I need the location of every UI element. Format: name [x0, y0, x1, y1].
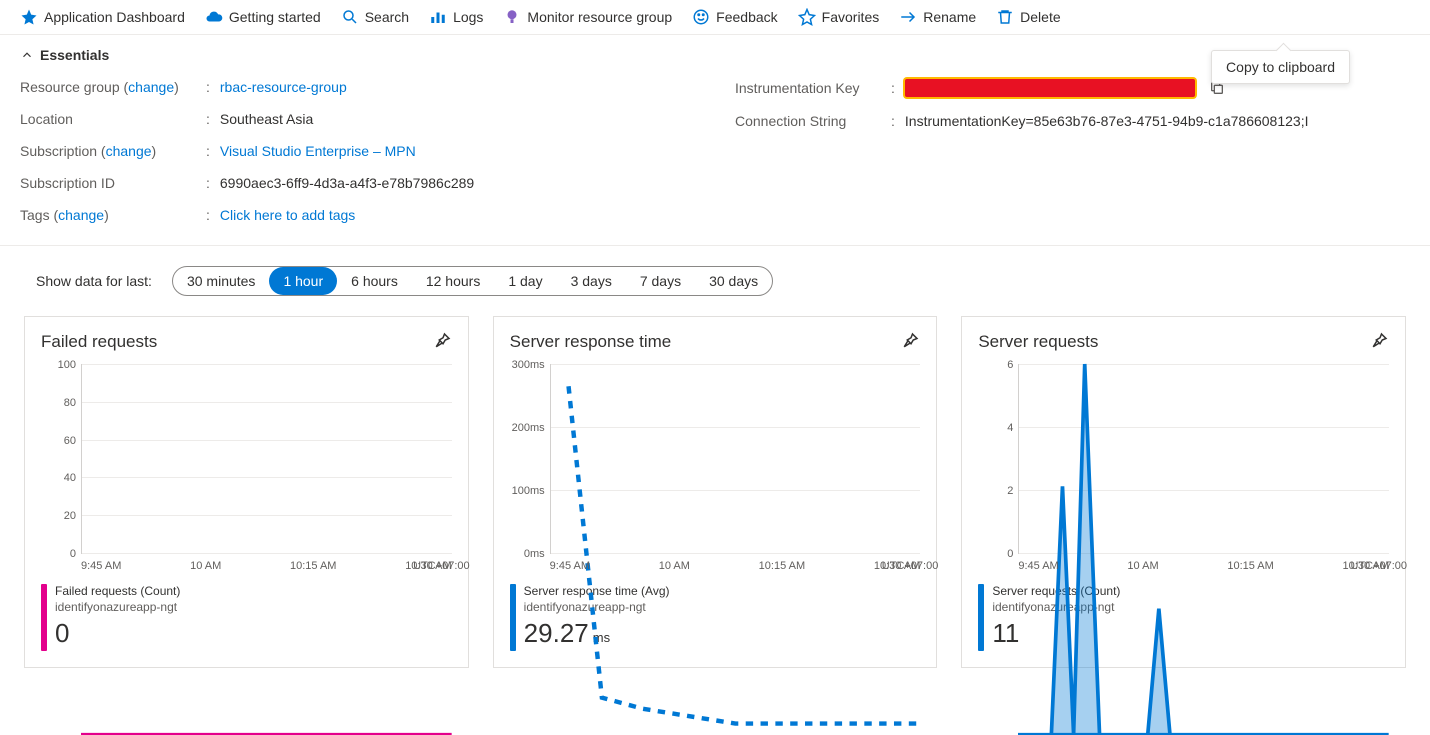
feedback-label: Feedback: [716, 9, 777, 25]
server-requests-chart[interactable]: 6 4 2 0: [1018, 364, 1389, 554]
pin-icon: [902, 331, 920, 349]
location-value: Southeast Asia: [220, 111, 313, 127]
search-icon: [341, 8, 359, 26]
feedback-button[interactable]: Feedback: [692, 8, 777, 26]
essentials-header-text: Essentials: [40, 47, 109, 63]
timerange-pill-6-hours[interactable]: 6 hours: [337, 267, 412, 295]
lightbulb-icon: [503, 8, 521, 26]
failed-requests-legend-bar: [41, 584, 47, 651]
resource-group-change-link[interactable]: change: [128, 79, 174, 95]
favorites-button[interactable]: Favorites: [798, 8, 880, 26]
pin-response-time-button[interactable]: [902, 331, 920, 352]
logs-button[interactable]: Logs: [429, 8, 483, 26]
timerange-pill-30-days[interactable]: 30 days: [695, 267, 772, 295]
star-outline-icon: [798, 8, 816, 26]
timerange-pill-3-days[interactable]: 3 days: [557, 267, 626, 295]
subscription-id-label: Subscription ID: [20, 175, 200, 191]
tags-change-link[interactable]: change: [58, 207, 104, 223]
instrumentation-key-label: Instrumentation Key: [735, 80, 885, 96]
server-requests-title: Server requests: [978, 332, 1098, 352]
getting-started-button[interactable]: Getting started: [205, 8, 321, 26]
application-dashboard-label: Application Dashboard: [44, 9, 185, 25]
metric-cards-row: Failed requests 100 80 60 40 20 0 9:45 A…: [0, 316, 1430, 688]
pin-server-requests-button[interactable]: [1371, 331, 1389, 352]
chevron-up-icon: [20, 48, 34, 62]
server-requests-legend-bar: [978, 584, 984, 651]
timerange-pill-1-hour[interactable]: 1 hour: [269, 267, 337, 295]
response-time-x-axis: 9:45 AM 10 AM 10:15 AM 10:30 AM UTC+07:0…: [550, 560, 921, 572]
response-time-title: Server response time: [510, 332, 672, 352]
cloud-icon: [205, 8, 223, 26]
delete-label: Delete: [1020, 9, 1060, 25]
essentials-panel: Resource group (change) : rbac-resource-…: [0, 71, 1430, 246]
search-button[interactable]: Search: [341, 8, 409, 26]
pin-failed-requests-button[interactable]: [434, 331, 452, 352]
subscription-change-link[interactable]: change: [106, 143, 152, 159]
application-dashboard-button[interactable]: Application Dashboard: [20, 8, 185, 26]
monitor-rg-button[interactable]: Monitor resource group: [503, 8, 672, 26]
instrumentation-key-value-redacted: [905, 79, 1195, 97]
copy-tooltip-text: Copy to clipboard: [1226, 59, 1335, 75]
arrow-right-icon: [899, 8, 917, 26]
failed-requests-card: Failed requests 100 80 60 40 20 0 9:45 A…: [24, 316, 469, 668]
resource-group-label: Resource group (change): [20, 79, 200, 95]
resource-group-value[interactable]: rbac-resource-group: [220, 79, 347, 95]
server-requests-card: Server requests 6 4 2 0 9:45 AM 10 AM 10…: [961, 316, 1406, 668]
getting-started-label: Getting started: [229, 9, 321, 25]
failed-requests-x-axis: 9:45 AM 10 AM 10:15 AM 10:30 AM UTC+07:0…: [81, 560, 452, 572]
trash-icon: [996, 8, 1014, 26]
response-time-line: [550, 364, 921, 735]
logs-label: Logs: [453, 9, 483, 25]
connection-string-label: Connection String: [735, 113, 885, 129]
timerange-bar: Show data for last: 30 minutes1 hour6 ho…: [0, 246, 1430, 316]
server-requests-x-axis: 9:45 AM 10 AM 10:15 AM 10:30 AM UTC+07:0…: [1018, 560, 1389, 572]
essentials-left-column: Resource group (change) : rbac-resource-…: [20, 71, 695, 231]
subscription-label: Subscription (change): [20, 143, 200, 159]
location-label: Location: [20, 111, 200, 127]
pin-icon: [1371, 331, 1389, 349]
timerange-pill-30-minutes[interactable]: 30 minutes: [173, 267, 269, 295]
logs-icon: [429, 8, 447, 26]
connection-string-value: InstrumentationKey=85e63b76-87e3-4751-94…: [905, 113, 1309, 129]
tags-label: Tags (change): [20, 207, 200, 223]
tags-value[interactable]: Click here to add tags: [220, 207, 355, 223]
delete-button[interactable]: Delete: [996, 8, 1060, 26]
favorites-label: Favorites: [822, 9, 880, 25]
essentials-right-column: Instrumentation Key : Connection String …: [735, 71, 1410, 231]
command-bar: Application Dashboard Getting started Se…: [0, 0, 1430, 35]
monitor-rg-label: Monitor resource group: [527, 9, 672, 25]
response-time-legend-bar: [510, 584, 516, 651]
subscription-value[interactable]: Visual Studio Enterprise – MPN: [220, 143, 416, 159]
timerange-pill-12-hours[interactable]: 12 hours: [412, 267, 494, 295]
star-filled-icon: [20, 8, 38, 26]
timerange-label: Show data for last:: [36, 273, 152, 289]
failed-requests-line: [81, 364, 452, 735]
failed-requests-title: Failed requests: [41, 332, 157, 352]
search-label: Search: [365, 9, 409, 25]
subscription-id-value: 6990aec3-6ff9-4d3a-a4f3-e78b7986c289: [220, 175, 474, 191]
server-requests-area: [1018, 364, 1389, 735]
smile-icon: [692, 8, 710, 26]
timerange-pill-1-day[interactable]: 1 day: [494, 267, 556, 295]
timerange-pills: 30 minutes1 hour6 hours12 hours1 day3 da…: [172, 266, 773, 296]
rename-label: Rename: [923, 9, 976, 25]
pin-icon: [434, 331, 452, 349]
timerange-pill-7-days[interactable]: 7 days: [626, 267, 695, 295]
response-time-chart[interactable]: 300ms 200ms 100ms 0ms: [550, 364, 921, 554]
response-time-card: Server response time 300ms 200ms 100ms 0…: [493, 316, 938, 668]
failed-requests-chart[interactable]: 100 80 60 40 20 0: [81, 364, 452, 554]
copy-tooltip: Copy to clipboard: [1211, 50, 1350, 84]
rename-button[interactable]: Rename: [899, 8, 976, 26]
